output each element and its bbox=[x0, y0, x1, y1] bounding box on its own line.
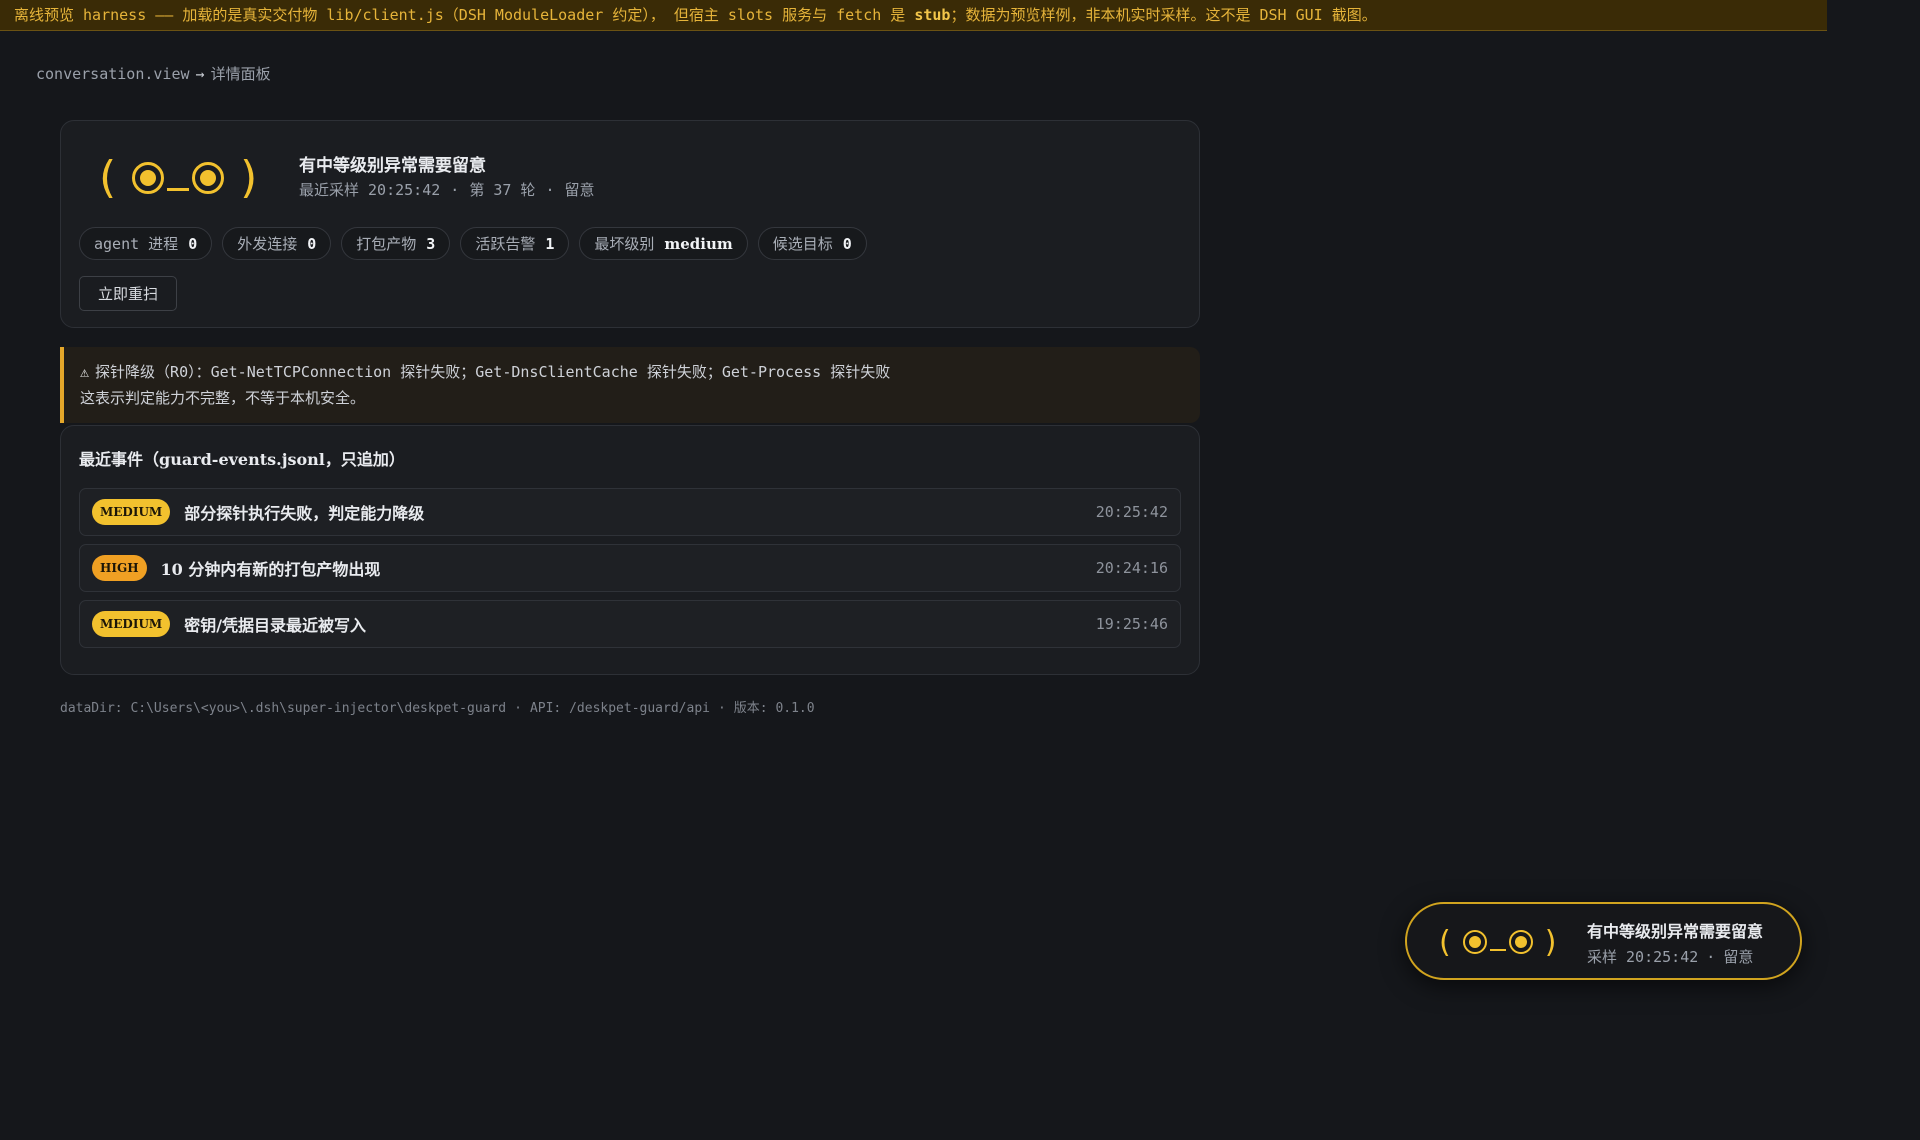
breadcrumb-panel: 详情面板 bbox=[210, 65, 271, 83]
pill-label: 外发连接 bbox=[237, 235, 298, 253]
pill-value: 1 bbox=[545, 234, 555, 253]
pet-face-icon: ( ) bbox=[1427, 920, 1568, 964]
events-title: 最近事件（guard-events.jsonl，只追加） bbox=[79, 450, 405, 469]
status-subline: 最近采样 20:25:42 · 第 37 轮 · 留意 bbox=[299, 179, 594, 200]
rescan-button[interactable]: 立即重扫 bbox=[79, 276, 178, 311]
recent-events-card: 最近事件（guard-events.jsonl，只追加） MEDIUM 部分探针… bbox=[60, 425, 1200, 675]
severity-badge: HIGH bbox=[92, 555, 147, 581]
face-mouth bbox=[1489, 949, 1506, 951]
event-message: 部分探针执行失败，判定能力降级 bbox=[184, 504, 425, 523]
status-state: 留意 bbox=[564, 181, 595, 199]
warning-text: 探针降级（R0）：Get-NetTCPConnection 探针失败；Get-D… bbox=[95, 363, 891, 381]
pill-worst-level: 最坏级别 medium bbox=[579, 227, 748, 260]
face-mouth bbox=[167, 187, 190, 191]
severity-badge: MEDIUM bbox=[92, 611, 171, 637]
mini-sample-time: 采样 20:25:42 bbox=[1587, 948, 1699, 966]
floating-pet-widget[interactable]: ( ) 有中等级别异常需要留意 采样 20:25:42 · 留意 bbox=[1405, 902, 1802, 980]
face-right-paren: ) bbox=[1544, 924, 1557, 960]
pill-value: 0 bbox=[188, 234, 198, 253]
breadcrumb-view[interactable]: conversation.view bbox=[36, 65, 190, 83]
separator-dot: · bbox=[450, 181, 460, 199]
event-list: MEDIUM 部分探针执行失败，判定能力降级 20:25:42 HIGH 10 … bbox=[79, 488, 1181, 648]
face-left-paren: ( bbox=[1439, 924, 1451, 960]
pill-candidate-targets: 候选目标 0 bbox=[757, 227, 867, 260]
event-row[interactable]: HIGH 10 分钟内有新的打包产物出现 20:24:16 bbox=[79, 544, 1181, 592]
pill-value: 0 bbox=[307, 234, 317, 253]
pill-label: 最坏级别 bbox=[594, 235, 655, 253]
stat-pills: agent 进程 0 外发连接 0 打包产物 3 活跃告警 1 最坏级别 medium 候… bbox=[79, 227, 867, 260]
status-title: 有中等级别异常需要留意 bbox=[299, 156, 486, 176]
banner-text-tail: ；数据为预览样例，非本机实时采样。这不是 DSH GUI 截图。 bbox=[950, 6, 1377, 24]
pet-face-icon: ( ) bbox=[83, 151, 273, 205]
status-card: ( ) 有中等级别异常需要留意 最近采样 20:25:42 · 第 37 轮 · 留意 … bbox=[60, 120, 1200, 328]
face-eye-left bbox=[132, 162, 165, 194]
face-eye-left bbox=[1462, 930, 1487, 954]
round-count: 第 37 轮 bbox=[469, 181, 536, 199]
pill-label: 打包产物 bbox=[356, 235, 417, 253]
face-left-paren: ( bbox=[99, 152, 117, 203]
pill-active-alerts: 活跃告警 1 bbox=[460, 227, 570, 260]
event-row[interactable]: MEDIUM 密钥/凭据目录最近被写入 19:25:46 bbox=[79, 600, 1181, 648]
event-time: 20:25:42 bbox=[1095, 503, 1168, 521]
breadcrumb: conversation.view → 详情面板 bbox=[36, 63, 271, 84]
pill-value: 0 bbox=[842, 234, 852, 253]
event-time: 19:25:46 bbox=[1095, 615, 1168, 633]
event-row[interactable]: MEDIUM 部分探针执行失败，判定能力降级 20:25:42 bbox=[79, 488, 1181, 536]
banner-text: 离线预览 harness —— 加载的是真实交付物 lib/client.js（… bbox=[14, 6, 915, 24]
footer-info: dataDir: C:\Users\<you>\.dsh\super-injec… bbox=[60, 697, 815, 716]
mini-subline: 采样 20:25:42 · 留意 bbox=[1587, 946, 1753, 967]
footer-data-dir: dataDir: C:\Users\<you>\.dsh\super-injec… bbox=[60, 701, 507, 716]
pill-outbound-connections: 外发连接 0 bbox=[222, 227, 332, 260]
footer-version: 版本: 0.1.0 bbox=[733, 701, 815, 716]
warning-line-1: ⚠ 探针降级（R0）：Get-NetTCPConnection 探针失败；Get-… bbox=[80, 359, 1184, 385]
severity-badge: MEDIUM bbox=[92, 499, 171, 525]
sample-time: 最近采样 20:25:42 bbox=[299, 181, 441, 199]
separator-dot: · bbox=[1706, 948, 1716, 966]
separator-dot: · bbox=[514, 701, 522, 716]
pill-value: medium bbox=[664, 234, 733, 253]
banner-stub: stub bbox=[914, 6, 951, 24]
event-message: 10 分钟内有新的打包产物出现 bbox=[160, 560, 381, 579]
face-right-paren: ) bbox=[240, 152, 258, 203]
separator-dot: · bbox=[717, 701, 726, 716]
probe-degraded-warning: ⚠ 探针降级（R0）：Get-NetTCPConnection 探针失败；Get-… bbox=[60, 347, 1200, 423]
separator-dot: · bbox=[545, 181, 555, 199]
pill-packaged-artifacts: 打包产物 3 bbox=[341, 227, 451, 260]
face-eye-right bbox=[1508, 930, 1533, 954]
mini-state: 留意 bbox=[1723, 948, 1754, 966]
warning-icon: ⚠ bbox=[80, 363, 90, 381]
face-eye-right bbox=[192, 162, 225, 194]
preview-banner: 离线预览 harness —— 加载的是真实交付物 lib/client.js（… bbox=[0, 0, 1827, 31]
footer-api: API: /deskpet-guard/api bbox=[529, 701, 710, 716]
event-message: 密钥/凭据目录最近被写入 bbox=[184, 616, 367, 635]
pill-label: agent 进程 bbox=[94, 235, 179, 253]
event-time: 20:24:16 bbox=[1095, 559, 1168, 577]
pill-label: 活跃告警 bbox=[475, 235, 536, 253]
mini-title: 有中等级别异常需要留意 bbox=[1587, 922, 1764, 941]
arrow-right-icon: → bbox=[195, 65, 205, 83]
pill-label: 候选目标 bbox=[772, 235, 833, 253]
pill-agent-process: agent 进程 0 bbox=[79, 227, 213, 260]
pill-value: 3 bbox=[426, 234, 436, 253]
warning-line-2: 这表示判定能力不完整，不等于本机安全。 bbox=[80, 389, 366, 407]
